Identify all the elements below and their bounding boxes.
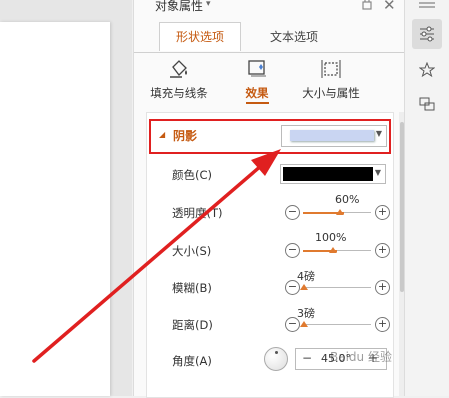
annotation-arrow — [32, 149, 281, 363]
watermark: Baidu 经验 — [330, 350, 392, 364]
